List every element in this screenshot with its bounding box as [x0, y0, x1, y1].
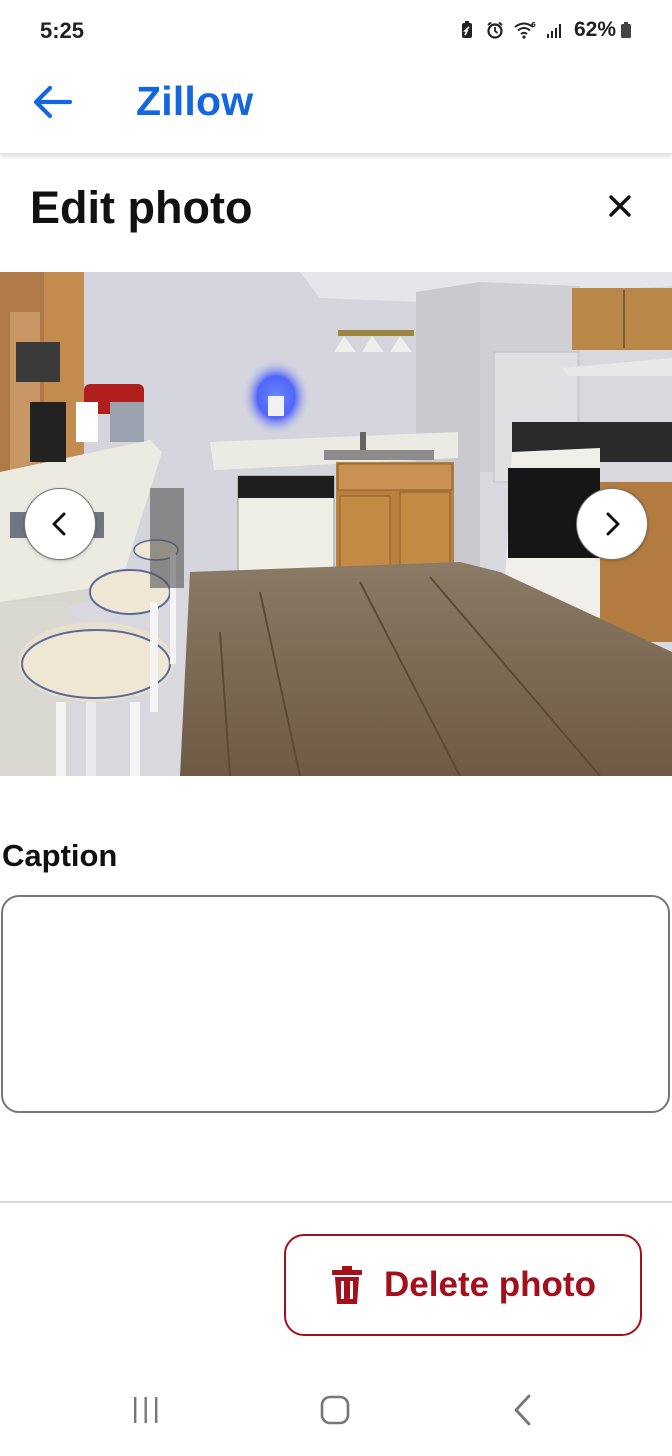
- back-button[interactable]: [30, 82, 74, 122]
- battery-percent: 62%: [573, 18, 616, 41]
- signal-icon: [546, 24, 561, 38]
- battery-icon: [621, 22, 631, 38]
- chevron-left-icon: [52, 512, 66, 536]
- status-bar: 5:25 6 62%: [0, 0, 672, 64]
- home-icon: [320, 1395, 350, 1425]
- svg-text:6: 6: [531, 21, 536, 29]
- recent-apps-button[interactable]: [116, 1388, 176, 1432]
- system-back-button[interactable]: [493, 1388, 553, 1432]
- close-icon: [609, 195, 631, 217]
- app-bar: Zillow: [0, 64, 672, 154]
- kitchen-photo: [0, 272, 672, 776]
- alarm-icon: [487, 21, 503, 39]
- delete-photo-label: Delete photo: [384, 1265, 596, 1304]
- previous-photo-button[interactable]: [24, 488, 96, 560]
- system-nav-bar: [0, 1366, 672, 1456]
- home-button[interactable]: [305, 1388, 365, 1432]
- recent-apps-icon: [134, 1397, 158, 1423]
- page-header: Edit photo: [0, 154, 672, 272]
- caption-input[interactable]: [1, 895, 670, 1113]
- photo-viewer: [0, 272, 672, 776]
- next-photo-button[interactable]: [576, 488, 648, 560]
- status-time: 5:25: [40, 18, 85, 43]
- app-title: Zillow: [136, 78, 254, 124]
- close-button[interactable]: [606, 192, 634, 220]
- arrow-left-icon: [33, 85, 72, 119]
- trash-icon: [332, 1266, 363, 1304]
- divider: [0, 1201, 672, 1203]
- caption-label: Caption: [2, 838, 118, 873]
- status-icons: 6 62%: [458, 18, 632, 42]
- delete-photo-button[interactable]: Delete photo: [284, 1234, 642, 1336]
- back-icon: [514, 1394, 531, 1426]
- page-title: Edit photo: [30, 182, 253, 233]
- battery-saver-icon: [461, 21, 472, 38]
- chevron-right-icon: [606, 512, 620, 536]
- wifi-icon: 6: [514, 21, 536, 39]
